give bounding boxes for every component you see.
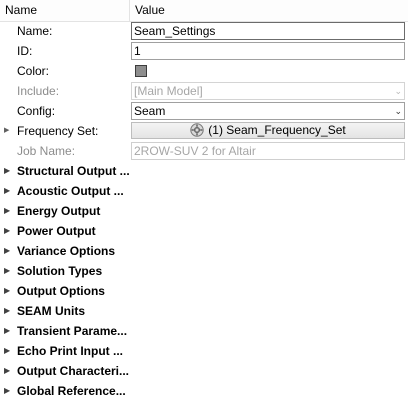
triangle-right-icon[interactable]: ▶ <box>4 161 10 181</box>
name-column-header[interactable]: Name <box>0 0 130 21</box>
name-input[interactable]: Seam_Settings <box>131 22 405 40</box>
group-label: Global Reference... <box>17 384 126 398</box>
group-row[interactable]: ▶ Power Output <box>0 221 408 241</box>
property-row-id: ID: 1 <box>0 41 408 61</box>
triangle-right-icon[interactable]: ▶ <box>4 361 10 381</box>
include-label: Include: <box>17 84 60 98</box>
property-row-color: Color: <box>0 61 408 81</box>
name-label: Name: <box>17 24 53 38</box>
job-name-input: 2ROW-SUV 2 for Altair <box>131 142 405 160</box>
config-label: Config: <box>17 104 56 118</box>
triangle-right-icon[interactable]: ▶ <box>4 201 10 221</box>
triangle-right-icon[interactable]: ▶ <box>4 181 10 201</box>
group-label: Output Options <box>17 284 105 298</box>
include-value: [Main Model] <box>134 84 203 98</box>
include-select: [Main Model] ⌄ <box>131 82 405 100</box>
property-panel: Name Value Name: Seam_Settings ID: 1 Col… <box>0 0 408 401</box>
group-label: Acoustic Output ... <box>17 184 124 198</box>
group-label: SEAM Units <box>17 304 86 318</box>
property-row-name: Name: Seam_Settings <box>0 21 408 41</box>
color-label: Color: <box>17 64 50 78</box>
group-row[interactable]: ▶ Acoustic Output ... <box>0 181 408 201</box>
group-row[interactable]: ▶ Solution Types <box>0 261 408 281</box>
triangle-right-icon[interactable]: ▶ <box>4 121 9 141</box>
triangle-right-icon[interactable]: ▶ <box>4 261 10 281</box>
group-label: Output Characteri... <box>17 364 130 378</box>
frequency-set-value: (1) Seam_Frequency_Set <box>208 123 346 137</box>
group-row[interactable]: ▶ Echo Print Input ... <box>0 341 408 361</box>
value-column-header[interactable]: Value <box>130 0 408 21</box>
group-row[interactable]: ▶ Transient Parame... <box>0 321 408 341</box>
table-header: Name Value <box>0 0 408 22</box>
chevron-down-icon[interactable]: ⌄ <box>394 103 402 119</box>
color-swatch[interactable] <box>135 65 147 77</box>
chevron-down-icon: ⌄ <box>394 86 402 96</box>
triangle-right-icon[interactable]: ▶ <box>4 221 10 241</box>
group-label: Solution Types <box>17 264 103 278</box>
group-label: Variance Options <box>17 244 116 258</box>
group-row[interactable]: ▶ Global Reference... <box>0 381 408 401</box>
group-label: Transient Parame... <box>17 324 128 338</box>
triangle-right-icon[interactable]: ▶ <box>4 281 10 301</box>
group-row[interactable]: ▶ SEAM Units <box>0 301 408 321</box>
id-input[interactable]: 1 <box>131 42 405 60</box>
triangle-right-icon[interactable]: ▶ <box>4 341 10 361</box>
property-row-frequency-set: ▶ Frequency Set: (1) Seam_Frequency_Set <box>0 121 408 141</box>
group-label: Energy Output <box>17 204 101 218</box>
group-row[interactable]: ▶ Output Options <box>0 281 408 301</box>
group-label: Structural Output ... <box>17 164 130 178</box>
group-row[interactable]: ▶ Structural Output ... <box>0 161 408 181</box>
gear-icon <box>190 123 204 137</box>
property-row-job-name: Job Name: 2ROW-SUV 2 for Altair <box>0 141 408 161</box>
group-row[interactable]: ▶ Energy Output <box>0 201 408 221</box>
frequency-set-button[interactable]: (1) Seam_Frequency_Set <box>131 122 405 139</box>
property-row-include: Include: [Main Model] ⌄ <box>0 81 408 101</box>
triangle-right-icon[interactable]: ▶ <box>4 321 10 341</box>
triangle-right-icon[interactable]: ▶ <box>4 241 10 261</box>
id-label: ID: <box>17 44 33 58</box>
triangle-right-icon[interactable]: ▶ <box>4 381 10 401</box>
config-value: Seam <box>134 104 166 118</box>
job-name-label: Job Name: <box>17 144 76 158</box>
group-label: Power Output <box>17 224 96 238</box>
triangle-right-icon[interactable]: ▶ <box>4 301 10 321</box>
property-row-config: Config: Seam ⌄ <box>0 101 408 121</box>
config-select[interactable]: Seam ⌄ <box>131 102 405 120</box>
group-label: Echo Print Input ... <box>17 344 123 358</box>
group-row[interactable]: ▶ Variance Options <box>0 241 408 261</box>
frequency-set-label: Frequency Set: <box>17 124 99 138</box>
group-row[interactable]: ▶ Output Characteri... <box>0 361 408 381</box>
